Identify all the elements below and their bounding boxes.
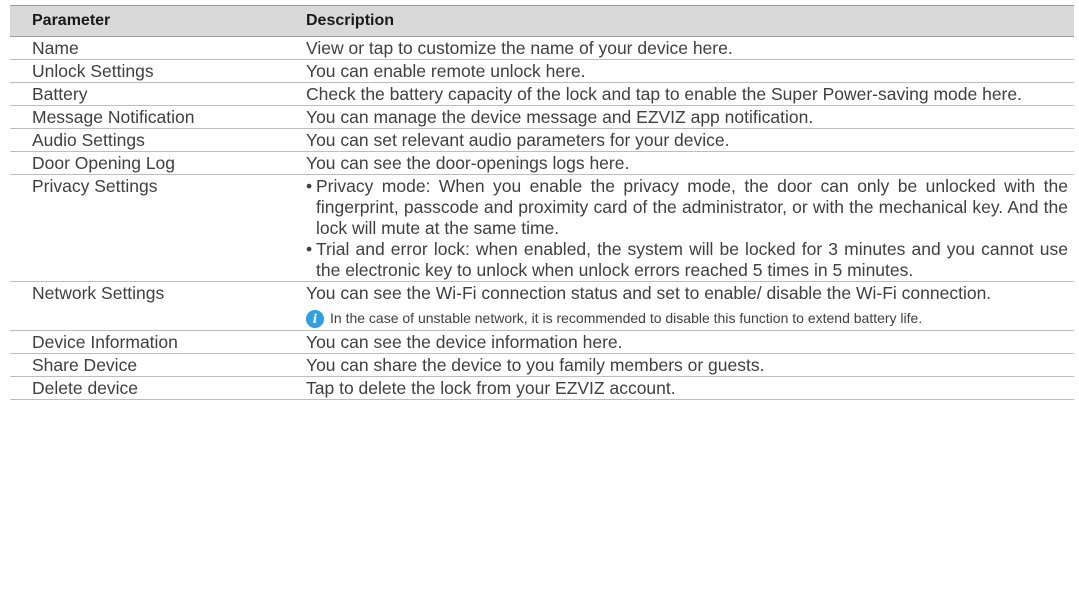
table-row: Message Notification You can manage the … xyxy=(10,105,1074,129)
desc-cell: You can set relevant audio parameters fo… xyxy=(300,128,1074,152)
note-text: In the case of unstable network, it is r… xyxy=(330,310,923,326)
bullet-item: • Trial and error lock: when enabled, th… xyxy=(306,239,1068,281)
table-row: Battery Check the battery capacity of th… xyxy=(10,82,1074,106)
desc-cell: You can see the Wi-Fi connection status … xyxy=(300,281,1074,331)
desc-cell: You can share the device to you family m… xyxy=(300,353,1074,377)
info-icon: i xyxy=(306,310,324,328)
bullet-text: Trial and error lock: when enabled, the … xyxy=(316,239,1068,280)
bullet-marker: • xyxy=(306,176,313,196)
desc-cell: You can see the device information here. xyxy=(300,330,1074,354)
param-cell: Unlock Settings xyxy=(10,59,300,83)
info-note: i In the case of unstable network, it is… xyxy=(306,310,1068,330)
param-cell: Message Notification xyxy=(10,105,300,129)
desc-cell: You can manage the device message and EZ… xyxy=(300,105,1074,129)
bullet-text: Privacy mode: When you enable the privac… xyxy=(316,176,1068,238)
table-row: Share Device You can share the device to… xyxy=(10,353,1074,377)
table-row: Device Information You can see the devic… xyxy=(10,330,1074,354)
table-row: Unlock Settings You can enable remote un… xyxy=(10,59,1074,83)
desc-cell: Check the battery capacity of the lock a… xyxy=(300,82,1074,106)
table-row: Delete device Tap to delete the lock fro… xyxy=(10,376,1074,400)
param-cell: Battery xyxy=(10,82,300,106)
table-row: Name View or tap to customize the name o… xyxy=(10,36,1074,60)
desc-cell: • Privacy mode: When you enable the priv… xyxy=(300,174,1074,282)
bullet-item: • Privacy mode: When you enable the priv… xyxy=(306,176,1068,239)
table-row: Privacy Settings • Privacy mode: When yo… xyxy=(10,174,1074,282)
param-cell: Privacy Settings xyxy=(10,174,300,282)
bullet-marker: • xyxy=(306,239,313,259)
param-cell: Network Settings xyxy=(10,281,300,331)
parameter-table: Parameter Description Name View or tap t… xyxy=(10,5,1074,400)
header-parameter: Parameter xyxy=(10,5,300,37)
param-cell: Door Opening Log xyxy=(10,151,300,175)
desc-cell: Tap to delete the lock from your EZVIZ a… xyxy=(300,376,1074,400)
desc-cell: You can enable remote unlock here. xyxy=(300,59,1074,83)
table-header-row: Parameter Description xyxy=(10,5,1074,37)
param-cell: Device Information xyxy=(10,330,300,354)
table-row: Audio Settings You can set relevant audi… xyxy=(10,128,1074,152)
param-cell: Delete device xyxy=(10,376,300,400)
table-row: Door Opening Log You can see the door-op… xyxy=(10,151,1074,175)
desc-cell: You can see the door-openings logs here. xyxy=(300,151,1074,175)
param-cell: Name xyxy=(10,36,300,60)
param-cell: Audio Settings xyxy=(10,128,300,152)
desc-cell: View or tap to customize the name of you… xyxy=(300,36,1074,60)
param-cell: Share Device xyxy=(10,353,300,377)
header-description: Description xyxy=(300,5,1074,37)
desc-text: You can see the Wi-Fi connection status … xyxy=(306,283,992,303)
table-row: Network Settings You can see the Wi-Fi c… xyxy=(10,281,1074,331)
